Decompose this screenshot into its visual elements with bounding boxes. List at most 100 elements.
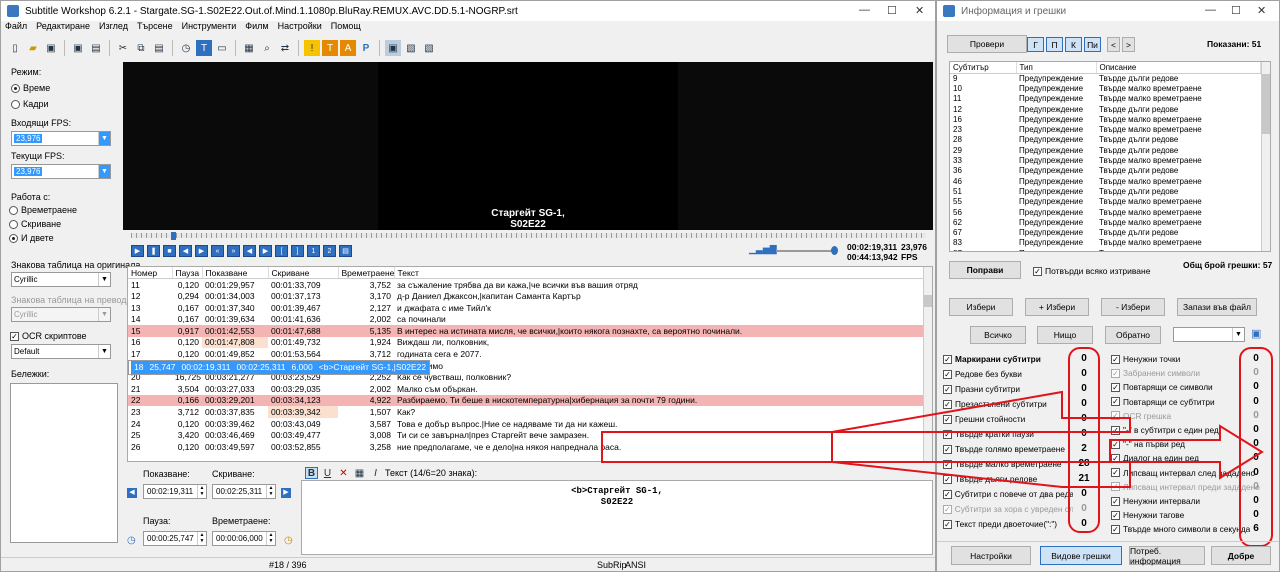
search-icon[interactable]: ⌕ xyxy=(259,40,275,56)
error-type-checkbox[interactable]: ✓ Текст преди двоеточие(":") xyxy=(943,517,1057,531)
grid-header[interactable]: Номер xyxy=(128,267,173,280)
error-type-checkbox[interactable]: ✓ Субтитри с повече от два реда xyxy=(943,487,1073,501)
error-type-checkbox[interactable]: ✓ Субтитри за хора с увреден слух xyxy=(943,502,1073,516)
table-row[interactable]: 17 0,120 00:01:49,852 00:01:53,564 3,712 годи… xyxy=(128,348,924,360)
strike-icon[interactable]: ✕ xyxy=(337,467,350,479)
info-bottom-button[interactable]: Настройки xyxy=(951,546,1031,565)
bold-icon[interactable]: B xyxy=(305,467,318,479)
error-list-header[interactable]: Тип xyxy=(1016,62,1097,74)
back-icon[interactable]: « xyxy=(211,245,224,257)
clock-icon[interactable]: ◷ xyxy=(178,40,194,56)
pause-icon[interactable]: ❚ xyxy=(147,245,160,257)
mark3-icon[interactable]: ▤ xyxy=(339,245,352,257)
table-row[interactable]: 14 0,167 00:01:39,634 00:01:41,636 2,002 са п… xyxy=(128,313,924,325)
grid-header[interactable]: Времетраене xyxy=(338,267,395,280)
error-type-checkbox[interactable]: ✓ "-" в субтитри с един ред xyxy=(1111,423,1219,437)
grid-header[interactable]: Пауза xyxy=(172,267,203,280)
list-item[interactable]: 28 Предупреждение Твърде дълги редове xyxy=(950,135,1261,145)
maximize-icon[interactable]: ☐ xyxy=(887,4,897,17)
volume-thumb[interactable] xyxy=(831,246,838,255)
preset-select[interactable]: ▼ xyxy=(1173,327,1245,342)
menu-item[interactable]: Изглед xyxy=(99,21,128,35)
fix-button[interactable]: Поправи xyxy=(949,261,1021,279)
error-type-checkbox[interactable]: ✓ Повтарящи се субтитри xyxy=(1111,395,1215,409)
list-item[interactable]: 29 Предупреждение Твърде дълги редове xyxy=(950,145,1261,155)
list-item[interactable]: 12 Предупреждение Твърде дълги редове xyxy=(950,104,1261,114)
error-type-checkbox[interactable]: ✓ Празни субтитри xyxy=(943,382,1020,396)
error-type-checkbox[interactable]: ✓ Твърде малко времетраене xyxy=(943,457,1062,471)
error-type-checkbox[interactable]: ✓ Твърде кратки паузи xyxy=(943,427,1034,441)
info-bottom-button[interactable]: Видове грешки xyxy=(1040,546,1122,565)
next-error-button[interactable]: > xyxy=(1122,37,1135,52)
grid-header[interactable]: Текст xyxy=(394,267,924,280)
error-type-checkbox[interactable]: ✓ Липсващ интервал преди зададено xyxy=(1111,480,1260,494)
video-area[interactable]: Старгейт SG-1, S02E22 xyxy=(123,62,933,230)
list-item[interactable]: 51 Предупреждение Твърде дълги редове xyxy=(950,186,1261,196)
stop-icon[interactable]: ■ xyxy=(163,245,176,257)
table-row[interactable]: 23 3,712 00:03:37,835 00:03:39,342 1,507 Как? xyxy=(128,406,924,418)
table-row[interactable]: 25 3,420 00:03:46,469 00:03:49,477 3,008 Ти с… xyxy=(128,429,924,441)
save-file-button[interactable]: Запази във файл xyxy=(1177,298,1257,316)
input-fps-select[interactable]: 23,976 ▼ xyxy=(11,131,111,146)
save-as-icon[interactable]: ▣ xyxy=(70,40,86,56)
error-type-checkbox[interactable]: ✓ Маркирани субтитри xyxy=(943,352,1041,366)
error-type-checkbox[interactable]: ✓ Твърде дълги редове xyxy=(943,472,1037,486)
tool2-icon[interactable]: ▧ xyxy=(421,40,437,56)
info-bottom-button[interactable]: Добре xyxy=(1211,546,1271,565)
new-file-icon[interactable]: ▯ xyxy=(7,40,23,56)
warning-icon[interactable]: ! xyxy=(304,40,320,56)
table-row[interactable]: 11 0,120 00:01:29,957 00:01:33,709 3,752 за с… xyxy=(128,279,924,291)
list-item[interactable]: 33 Предупреждение Твърде малко времетраене xyxy=(950,155,1261,165)
list-item[interactable]: 11 Предупреждение Твърде малко времетраене xyxy=(950,94,1261,104)
notes-textarea[interactable] xyxy=(10,383,118,543)
close-icon[interactable]: ✕ xyxy=(915,4,924,17)
error-list-header[interactable]: Субтитър xyxy=(950,62,1017,74)
table-row[interactable]: 15 0,917 00:01:42,553 00:01:47,688 5,135 В ин… xyxy=(128,324,924,337)
charset-trans-select[interactable]: Cyrillic ▼ xyxy=(11,307,111,322)
ocr-checkbox[interactable]: ✓ OCR скриптове xyxy=(10,331,87,342)
error-list-scrollbar[interactable] xyxy=(1261,62,1270,251)
invert-button[interactable]: Обратно xyxy=(1105,326,1161,344)
error-type-checkbox[interactable]: ✓ OCR грешка xyxy=(1111,409,1171,423)
table-row[interactable]: 18 25,747 00:02:19,311 00:02:25,311 6,000 <b>… xyxy=(128,359,431,375)
add-select-button[interactable]: + Избери xyxy=(1025,298,1089,316)
error-type-checkbox[interactable]: ✓ Ненужни тагове xyxy=(1111,508,1184,522)
grid-header[interactable]: Скриване xyxy=(268,267,339,280)
all-button[interactable]: Всичко xyxy=(970,326,1026,344)
show-time-input[interactable]: 00:02:19,311 ▲ ▼ xyxy=(143,484,207,499)
select-button[interactable]: Избери xyxy=(949,298,1013,316)
go-end-icon[interactable]: ▶ xyxy=(281,488,291,498)
list-item[interactable]: 62 Предупреждение Твърде малко времетраене xyxy=(950,217,1261,227)
menu-item[interactable]: Филм xyxy=(245,21,268,35)
set-start-icon[interactable]: [ xyxy=(275,245,288,257)
paste-icon[interactable]: ▤ xyxy=(151,40,167,56)
ocr-select[interactable]: Default ▼ xyxy=(11,344,111,359)
prev-sub-icon[interactable]: ◀ xyxy=(243,245,256,257)
translator-icon[interactable]: T xyxy=(322,40,338,56)
underline-icon[interactable]: U xyxy=(321,467,334,479)
mark2-icon[interactable]: 2 xyxy=(323,245,336,257)
work-hide-radio[interactable]: Скриване xyxy=(9,219,61,230)
list-item[interactable]: 23 Предупреждение Твърде малко времетраене xyxy=(950,124,1261,134)
info-minimize-icon[interactable]: — xyxy=(1205,4,1216,16)
list-item[interactable]: 83 Предупреждение Твърде малко времетраене xyxy=(950,238,1261,248)
list-item[interactable]: 55 Предупреждение Твърде малко времетраене xyxy=(950,197,1261,207)
save-preset-icon[interactable]: ▣ xyxy=(1251,327,1261,340)
tool-icon[interactable]: ▧ xyxy=(403,40,419,56)
error-list[interactable]: Субтитър Тип Описание 9 Предупреждение Твърд… xyxy=(949,61,1271,252)
pause-time-input[interactable]: 00:00:25,747 ▲ ▼ xyxy=(143,531,207,546)
forward-icon[interactable]: ▶ xyxy=(195,245,208,257)
cut-icon[interactable]: ✂ xyxy=(115,40,131,56)
menu-item[interactable]: Инструменти xyxy=(182,21,237,35)
remove-select-button[interactable]: - Избери xyxy=(1101,298,1165,316)
video-icon[interactable]: ▦ xyxy=(241,40,257,56)
table-row[interactable]: 13 0,167 00:01:37,340 00:01:39,467 2,127 и дж… xyxy=(128,302,924,314)
table-row[interactable]: 26 0,120 00:03:49,597 00:03:52,855 3,258 ние … xyxy=(128,441,924,453)
pascal-icon[interactable]: P xyxy=(358,40,374,56)
current-fps-select[interactable]: 23,976 ▼ xyxy=(11,164,111,179)
info-close-icon[interactable]: ✕ xyxy=(1257,4,1266,17)
translate-icon[interactable]: T xyxy=(196,40,212,56)
error-type-checkbox[interactable]: ✓ Грешни стойности xyxy=(943,412,1025,426)
go-start-icon[interactable]: ◀ xyxy=(127,488,137,498)
copy-icon[interactable]: ⧉ xyxy=(133,40,149,56)
